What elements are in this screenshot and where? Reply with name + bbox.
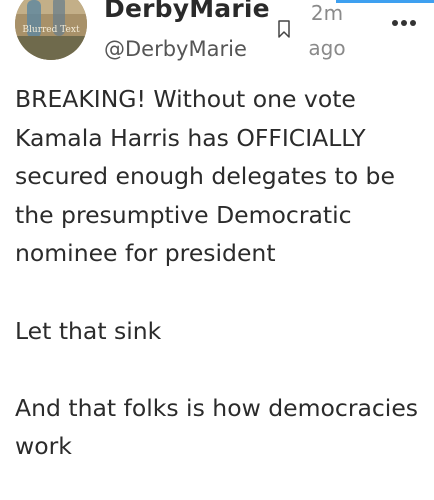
avatar-caption: Blurred Text (22, 25, 80, 35)
post: Blurred Text DerbyMarie @DerbyMarie 2m a… (0, 0, 434, 500)
avatar[interactable]: Blurred Text (15, 0, 87, 60)
user-handle[interactable]: @DerbyMarie (104, 37, 247, 61)
bookmark-icon[interactable] (278, 20, 290, 38)
avatar-image: Blurred Text (15, 0, 87, 60)
timestamp: 2m ago (308, 1, 346, 60)
more-options-icon[interactable] (391, 18, 417, 28)
display-name[interactable]: DerbyMarie (104, 0, 270, 23)
post-body: BREAKING! Without one vote Kamala Harris… (15, 85, 419, 461)
